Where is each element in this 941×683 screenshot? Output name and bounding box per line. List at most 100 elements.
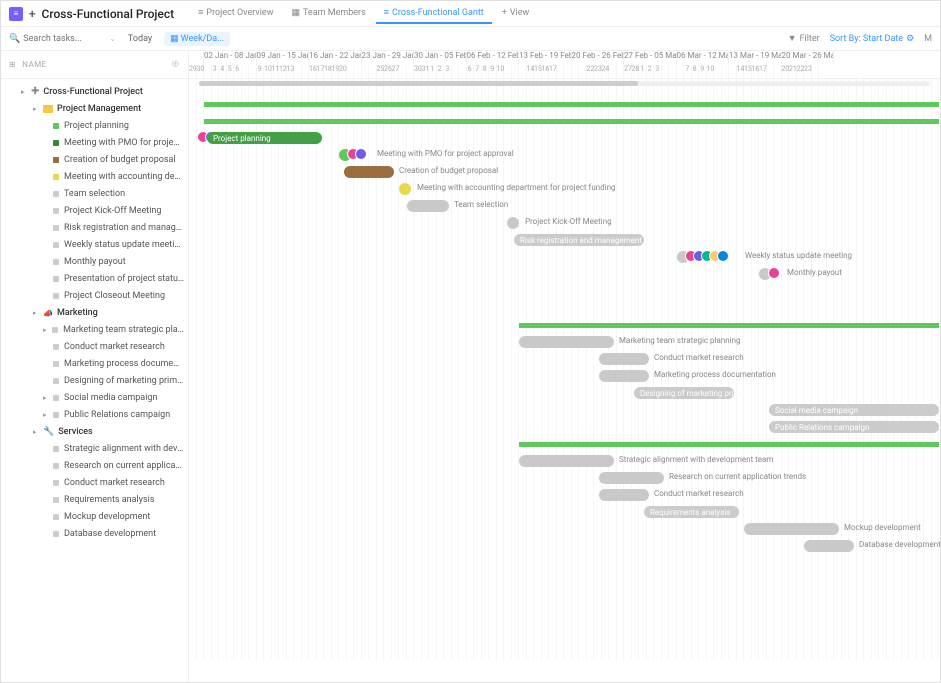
task-bar[interactable]: Social media campaign — [769, 404, 939, 416]
tree-row[interactable]: Research on current application ... — [1, 457, 188, 474]
task-bar[interactable]: Project planning — [207, 132, 322, 144]
task-bar[interactable] — [344, 166, 394, 178]
summary-bar[interactable] — [519, 442, 939, 447]
tab-add-view[interactable]: +View — [494, 3, 538, 24]
milestone[interactable] — [507, 217, 519, 229]
avatar[interactable] — [768, 267, 780, 279]
tree-row[interactable]: ▸Social media campaign — [1, 389, 188, 406]
day-header: 10 — [497, 65, 505, 79]
task-bar[interactable]: Requirements analysis — [644, 506, 739, 518]
add-column-icon[interactable]: ⊕ — [171, 59, 180, 70]
summary-bar[interactable] — [204, 119, 939, 124]
summary-bar[interactable] — [204, 102, 939, 107]
tree-row[interactable]: Strategic alignment with develop... — [1, 440, 188, 457]
gantt-row: Weekly status update meeting — [189, 249, 940, 266]
task-bar[interactable]: Public Relations campaign — [769, 421, 939, 433]
task-bar[interactable] — [804, 540, 854, 552]
zoom-selector[interactable]: ▦Week/Da... — [164, 32, 230, 46]
caret-icon[interactable]: ▸ — [33, 105, 41, 113]
tree-row[interactable]: ▸Project Management — [1, 100, 188, 117]
tree-row[interactable]: Risk registration and management — [1, 219, 188, 236]
tab-gantt[interactable]: ≡Cross-Functional Gantt — [376, 3, 492, 24]
tree-row[interactable]: Database development — [1, 525, 188, 542]
caret-icon[interactable]: ▸ — [21, 88, 29, 96]
tree-row[interactable]: ▸📣Marketing — [1, 304, 188, 321]
task-bar[interactable] — [744, 523, 839, 535]
avatar[interactable] — [717, 250, 729, 262]
gear-icon[interactable]: ⚙ — [906, 34, 914, 44]
task-bar[interactable] — [599, 472, 664, 484]
caret-icon[interactable]: ▸ — [43, 326, 50, 334]
tree-row[interactable]: Project Kick-Off Meeting — [1, 202, 188, 219]
gantt-chart[interactable]: 02 Jan - 08 Jan09 Jan - 15 Jan16 Jan - 2… — [189, 51, 940, 682]
task-label: Monthly payout — [787, 268, 842, 277]
task-bar[interactable]: Risk registration and management — [514, 234, 644, 246]
tree-row[interactable]: ▸Marketing team strategic planning — [1, 321, 188, 338]
task-bar[interactable] — [519, 455, 614, 467]
tree-row[interactable]: ▸Public Relations campaign — [1, 406, 188, 423]
scroll-thumb[interactable] — [199, 81, 638, 86]
milestone[interactable] — [399, 183, 411, 195]
caret-icon[interactable]: ▸ — [33, 309, 41, 317]
tree-row[interactable]: Marketing process documentation — [1, 355, 188, 372]
task-sidebar: ⊞ NAME ⊕ ▸✚Cross-Functional Project▸Proj… — [1, 51, 189, 682]
plus-icon[interactable]: + — [29, 7, 36, 21]
tree-row[interactable]: Meeting with accounting depart... — [1, 168, 188, 185]
today-button[interactable]: Today — [122, 32, 158, 46]
scroll-track[interactable] — [199, 81, 930, 86]
tree-row[interactable]: Project planning — [1, 117, 188, 134]
tree-label: Designing of marketing primer — [64, 376, 184, 386]
tree-row[interactable]: Requirements analysis — [1, 491, 188, 508]
tree-row[interactable]: Conduct market research — [1, 474, 188, 491]
tree-row[interactable]: Conduct market research — [1, 338, 188, 355]
task-bar[interactable] — [407, 200, 449, 212]
toolbar-extra[interactable]: M — [924, 34, 932, 44]
day-header: 16 — [309, 65, 317, 79]
tab-project-overview[interactable]: ≡Project Overview — [190, 3, 281, 24]
day-header — [722, 65, 730, 79]
task-bar[interactable] — [519, 336, 614, 348]
summary-bar[interactable] — [519, 323, 939, 328]
caret-icon[interactable]: ▸ — [33, 428, 41, 436]
chevron-down-icon[interactable]: ⌄ — [109, 34, 116, 43]
caret-icon[interactable]: ▸ — [43, 394, 51, 402]
status-bullet — [52, 327, 58, 333]
day-header: 24 — [602, 65, 610, 79]
tree-row[interactable]: Weekly status update meeting — [1, 236, 188, 253]
tree-row[interactable]: Project Closeout Meeting — [1, 287, 188, 304]
filter-button[interactable]: ▼Filter — [788, 33, 820, 44]
caret-icon[interactable]: ▸ — [43, 411, 51, 419]
status-bullet — [53, 174, 59, 180]
task-bar[interactable] — [599, 489, 649, 501]
tree-label: Meeting with PMO for project a... — [64, 138, 184, 148]
tree-row[interactable]: Designing of marketing primer — [1, 372, 188, 389]
avatar-stack[interactable] — [689, 250, 729, 262]
day-header: 16 — [752, 65, 760, 79]
tree-row[interactable]: ▸✚Cross-Functional Project — [1, 83, 188, 100]
gantt-row — [189, 317, 940, 334]
search-input[interactable] — [23, 34, 103, 44]
avatar-stack[interactable] — [772, 267, 780, 279]
avatar-stack[interactable] — [351, 148, 367, 160]
tree-row[interactable]: Presentation of project status re... — [1, 270, 188, 287]
task-bar[interactable] — [599, 370, 649, 382]
tab-team-members[interactable]: ▦Team Members — [283, 3, 373, 24]
tree-row[interactable]: Creation of budget proposal — [1, 151, 188, 168]
tree-row[interactable]: Monthly payout — [1, 253, 188, 270]
task-label: Project Kick-Off Meeting — [525, 217, 612, 226]
avatar[interactable] — [355, 148, 367, 160]
task-bar[interactable] — [599, 353, 649, 365]
day-header — [579, 65, 587, 79]
task-bar[interactable]: Designing of marketing primer — [634, 387, 734, 399]
sort-button[interactable]: Sort By: Start Date⚙ — [830, 34, 914, 44]
tree-row[interactable]: Meeting with PMO for project a... — [1, 134, 188, 151]
gantt-body[interactable]: Project planningMeeting with PMO for pro… — [189, 79, 940, 659]
tree-row[interactable]: ▸🔧Services — [1, 423, 188, 440]
tree-row[interactable]: Mockup development — [1, 508, 188, 525]
day-header: 1 — [639, 65, 647, 79]
day-header: 9 — [699, 65, 707, 79]
hierarchy-icon[interactable]: ⊞ — [9, 60, 16, 69]
day-header: 23 — [594, 65, 602, 79]
day-header — [362, 65, 370, 79]
tree-row[interactable]: Team selection — [1, 185, 188, 202]
